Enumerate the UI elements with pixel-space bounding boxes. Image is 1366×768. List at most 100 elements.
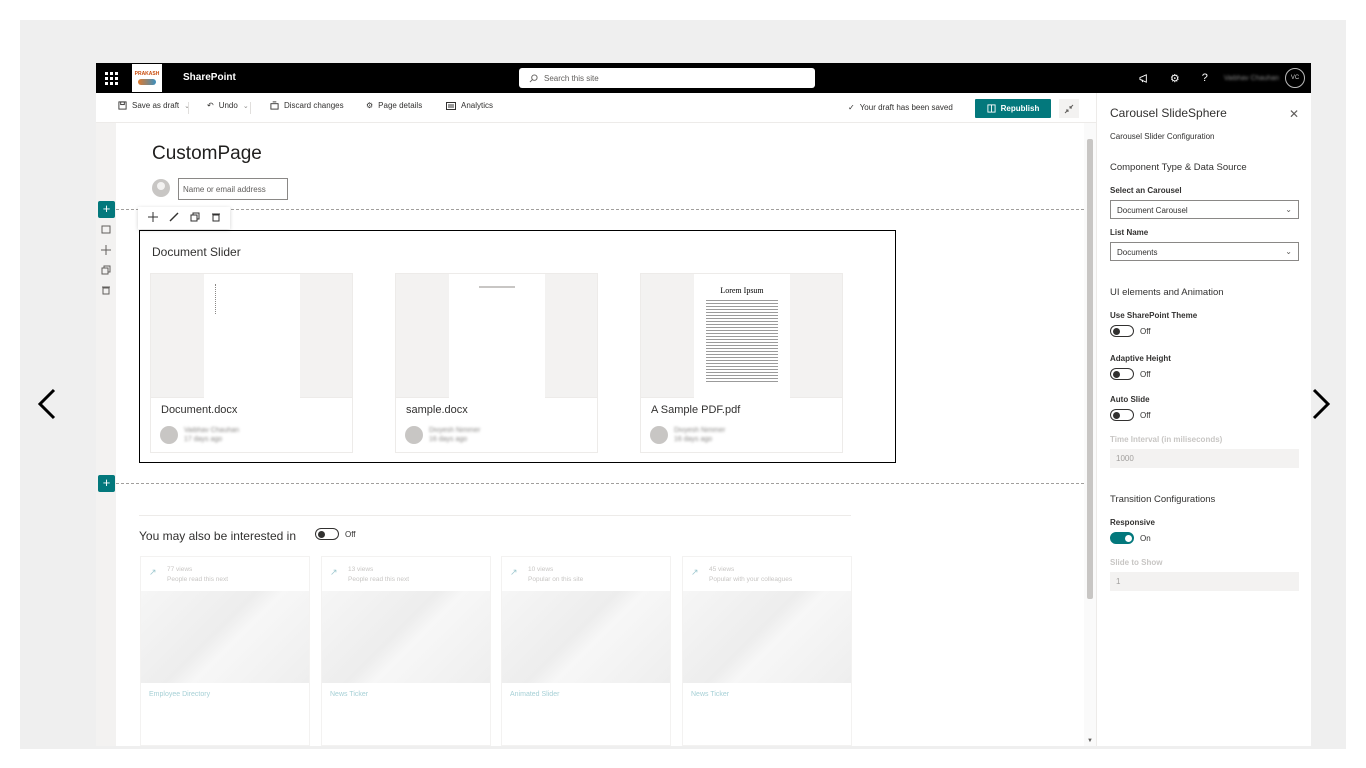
document-name[interactable]: A Sample PDF.pdf [651,404,740,416]
slide-to-show-label: Slide to Show [1110,558,1163,567]
pane-title: Carousel SlideSphere [1110,106,1227,120]
document-author: Divyesh Nimmer [674,427,726,434]
recommended-page-card[interactable]: ↗ 13 views People read this next News Tic… [321,556,491,746]
toggle-switch[interactable] [1110,532,1134,544]
theme-toggle[interactable]: Off [1110,325,1151,337]
document-slider-webpart[interactable]: Document Slider Document.docx Vaibhav Ch… [139,230,896,463]
add-section-button[interactable]: + [98,201,115,218]
author-avatar-icon [152,179,170,197]
command-bar: Save as draft ⌄ ↶ Undo ⌄ Discard changes… [96,93,1096,123]
undo-button[interactable]: ↶ Undo ⌄ [207,101,249,110]
app-name[interactable]: SharePoint [183,72,236,83]
chevron-down-icon: ⌄ [1285,205,1292,214]
save-as-draft-button[interactable]: Save as draft ⌄ [118,101,190,110]
toggle-switch[interactable] [1110,368,1134,380]
analytics-button[interactable]: Analytics [446,101,493,110]
draft-saved-text: Your draft has been saved [859,103,953,112]
recommendation-reason: People read this next [348,576,410,583]
recommendations-title: You may also be interested in [139,529,296,543]
page-details-label: Page details [378,101,423,110]
edit-section-icon[interactable] [100,223,112,237]
view-count: 10 views [528,566,554,573]
scrollbar[interactable]: ▼ [1084,123,1096,746]
pane-subtitle: Carousel Slider Configuration [1110,132,1215,141]
recommended-page-name[interactable]: Animated Slider [510,691,559,698]
auto-slide-toggle[interactable]: Off [1110,409,1151,421]
user-name[interactable]: Vaibhav Chauhan [1224,75,1279,82]
duplicate-icon[interactable] [190,209,200,227]
gear-icon[interactable]: ⚙ [1160,63,1190,93]
document-author: Divyesh Nimmer [429,427,481,434]
site-logo-text: PRAKASH [134,71,160,77]
carousel-dropdown[interactable]: Document Carousel ⌄ [1110,200,1299,219]
document-name[interactable]: sample.docx [406,404,468,416]
recommended-page-name[interactable]: News Ticker [330,691,368,698]
toggle-state: Off [1140,369,1151,379]
document-author: Vaibhav Chauhan [184,427,240,434]
discard-icon [270,101,279,110]
recommended-page-card[interactable]: ↗ 10 views Popular on this site Animated … [501,556,671,746]
list-name-value: Documents [1117,248,1158,257]
edit-icon[interactable] [169,209,179,227]
webpart-toolbar [138,207,230,229]
close-icon[interactable]: ✕ [1289,107,1299,121]
move-icon[interactable] [147,209,158,227]
megaphone-icon[interactable] [1130,63,1160,93]
list-name-label: List Name [1110,228,1149,237]
webpart-title: Document Slider [152,245,241,259]
recommendations-divider [139,515,851,516]
discard-changes-button[interactable]: Discard changes [270,101,344,110]
checkmark-icon: ✓ [848,103,855,112]
adaptive-height-label: Adaptive Height [1110,354,1171,363]
add-section-button[interactable]: + [98,475,115,492]
site-logo[interactable]: PRAKASH [132,64,162,92]
recommended-page-card[interactable]: ↗ 77 views People read this next Employee… [140,556,310,746]
chevron-down-icon[interactable]: ⌄ [243,102,249,110]
recommended-page-card[interactable]: ↗ 45 views Popular with your colleagues N… [682,556,852,746]
list-name-dropdown[interactable]: Documents ⌄ [1110,242,1299,261]
duplicate-icon[interactable] [100,263,112,277]
document-time: 16 days ago [429,436,468,443]
toggle-switch[interactable] [1110,325,1134,337]
document-card[interactable]: sample.docx Divyesh Nimmer 16 days ago [395,273,598,453]
page-title[interactable]: CustomPage [152,143,262,165]
analytics-icon [446,101,456,110]
recommended-page-name[interactable]: Employee Directory [149,691,210,698]
responsive-toggle[interactable]: On [1110,532,1151,544]
move-icon[interactable] [100,243,112,257]
document-page-preview [204,274,300,398]
draft-saved-status: ✓ Your draft has been saved [848,103,953,112]
scroll-down-icon[interactable]: ▼ [1087,738,1093,744]
recommended-page-name[interactable]: News Ticker [691,691,729,698]
toggle-state: Off [1140,410,1151,420]
avatar[interactable]: VC [1285,68,1305,88]
recommendation-reason: People read this next [167,576,229,583]
sharepoint-window: PRAKASH SharePoint Search this site ⚙ ? … [96,63,1311,746]
document-card[interactable]: Document.docx Vaibhav Chauhan 17 days ago [150,273,353,453]
republish-label: Republish [1000,104,1040,113]
card-image [141,591,309,683]
help-icon[interactable]: ? [1190,63,1220,93]
author-input[interactable]: Name or email address [178,178,288,200]
app-launcher-icon[interactable] [96,63,126,93]
document-meta: Divyesh Nimmer 16 days ago [405,426,480,444]
toggle-switch[interactable] [1110,409,1134,421]
toggle-switch[interactable] [315,528,339,540]
undo-label: Undo [218,101,238,110]
page-details-button[interactable]: ⚙ Page details [366,101,422,110]
view-count: 45 views [709,566,735,573]
adaptive-height-toggle[interactable]: Off [1110,368,1151,380]
collapse-icon[interactable] [1059,99,1079,118]
responsive-label: Responsive [1110,518,1155,527]
recommendations-toggle[interactable]: Off [315,528,356,540]
document-name[interactable]: Document.docx [161,404,237,416]
delete-icon[interactable] [100,283,112,297]
scrollbar-thumb[interactable] [1087,139,1093,599]
delete-icon[interactable] [211,209,221,227]
next-slide-arrow-icon[interactable] [1310,388,1332,425]
search-box[interactable]: Search this site [519,68,815,88]
previous-slide-arrow-icon[interactable] [36,388,58,425]
document-thumbnail [151,274,352,398]
document-card[interactable]: Lorem Ipsum A Sample PDF.pdf Divyesh Nim… [640,273,843,453]
republish-button[interactable]: Republish [975,99,1051,118]
